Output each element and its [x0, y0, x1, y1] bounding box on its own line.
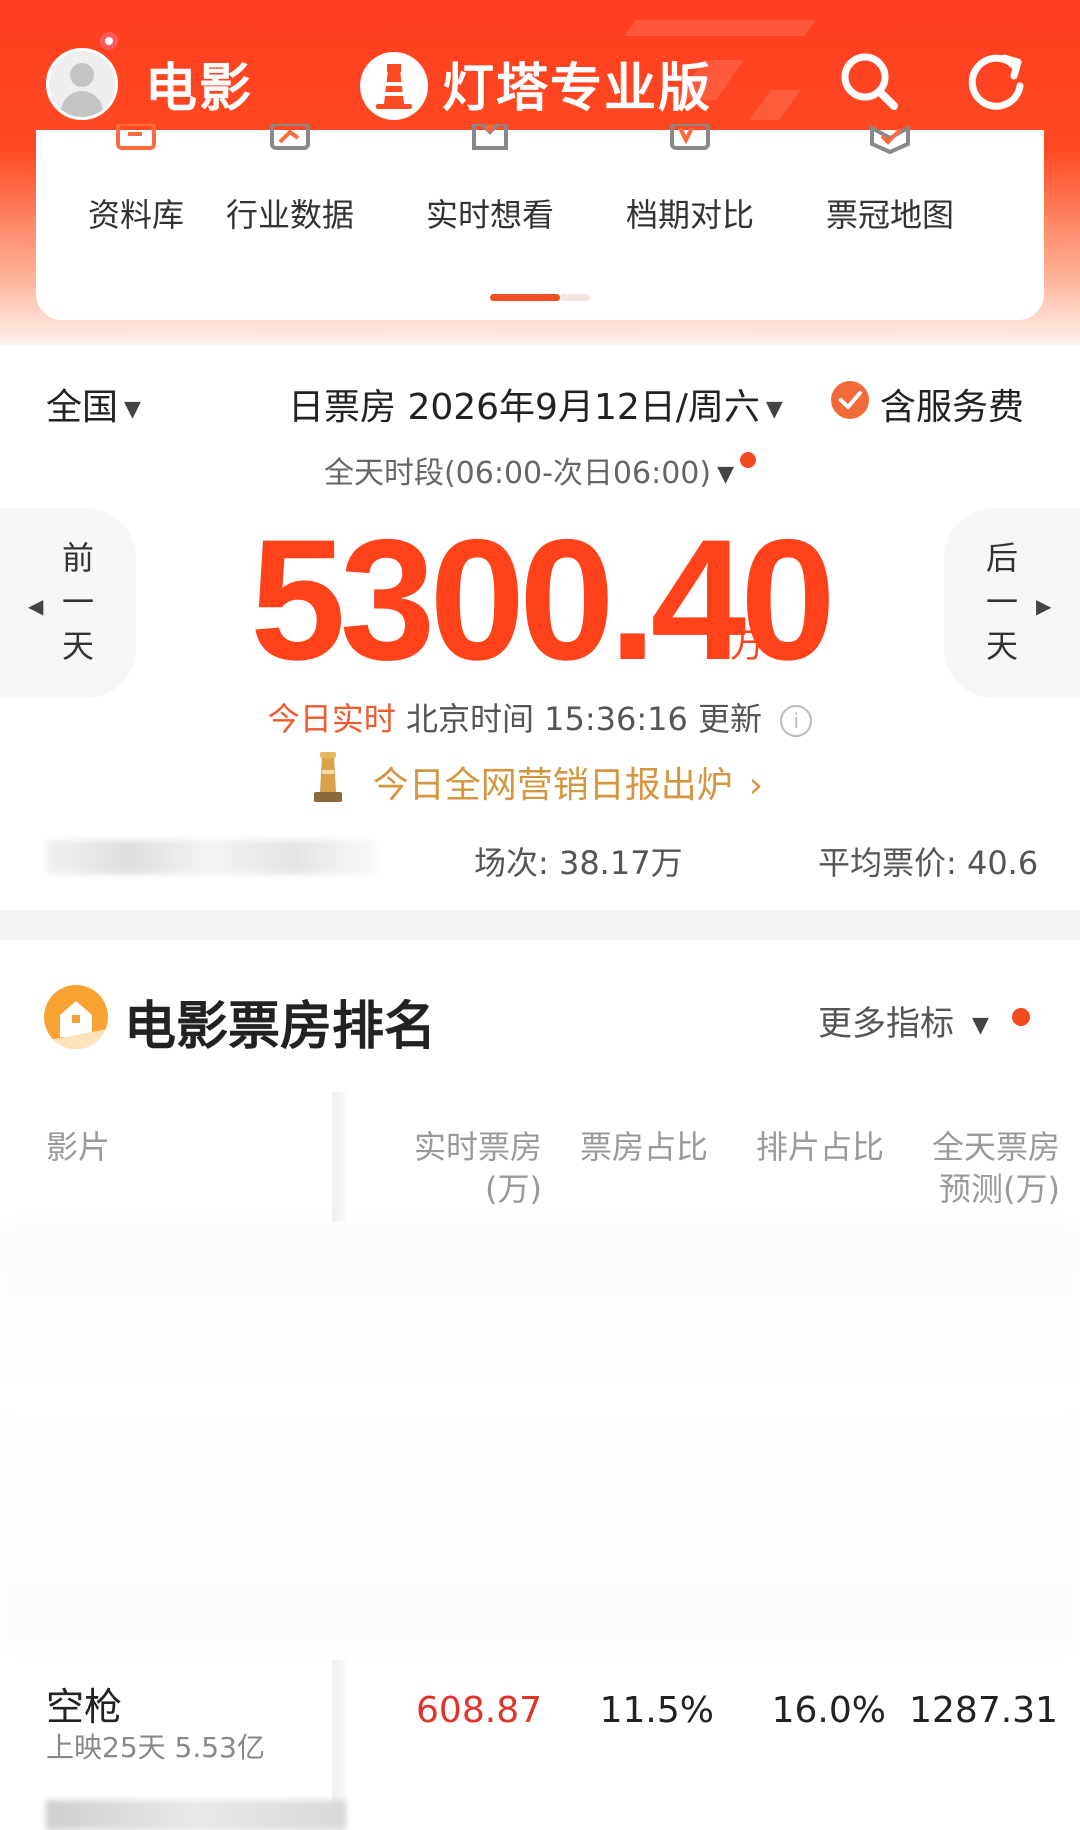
section-title[interactable]: 电影 — [145, 46, 253, 121]
col-header-film: 影片 — [46, 1128, 111, 1166]
period-label: 全天时段(06:00-次日06:00) — [323, 456, 712, 491]
report-text: 今日全网营销日报出炉 — [372, 765, 733, 806]
nav-item-realtime-want[interactable]: 实时想看 — [390, 124, 590, 250]
brand-title: 灯塔专业版 — [442, 59, 713, 119]
film-title: 空枪 — [46, 1685, 123, 1729]
nav-item-industry-data[interactable]: 行业数据 — [190, 124, 390, 250]
schedule-share: 16.0% — [771, 1690, 886, 1731]
update-time: 北京时间 15:36:16 更新 — [405, 700, 763, 738]
col-header-schedule[interactable]: 排片占比 — [756, 1126, 884, 1168]
refresh-icon[interactable] — [964, 48, 1030, 114]
new-dot — [740, 452, 757, 468]
period-selector[interactable]: 全天时段(06:00-次日06:00) ▼ — [0, 448, 1080, 492]
region-selector[interactable]: 全国 ▼ — [46, 378, 141, 430]
more-metrics-label: 更多指标 — [818, 1004, 954, 1044]
new-dot — [1012, 1008, 1030, 1026]
blurred-rows — [0, 1226, 1080, 1646]
caret-down-icon: ▼ — [972, 1013, 989, 1038]
film-release-info: 上映25天 5.53亿 — [46, 1731, 265, 1764]
avg-price-stat: 平均票价: 40.6 — [818, 844, 1039, 882]
realtime-tag: 今日实时 — [267, 700, 396, 738]
region-label: 全国 — [46, 387, 119, 428]
trend-chart-icon — [270, 124, 310, 150]
ranking-logo-icon — [44, 985, 108, 1049]
caret-down-icon: ▼ — [717, 462, 735, 487]
col-header-share[interactable]: 票房占比 — [580, 1126, 708, 1168]
search-icon[interactable] — [836, 48, 902, 114]
caret-down-icon: ▼ — [765, 396, 783, 422]
box-office-share: 11.5% — [599, 1690, 714, 1731]
next-row-partial — [46, 1800, 346, 1830]
info-icon[interactable]: i — [780, 705, 813, 737]
column-separator — [332, 1660, 346, 1818]
date-label: 日票房 2026年9月12日/周六 — [288, 387, 760, 428]
more-metrics-dropdown[interactable]: 更多指标 ▼ — [818, 996, 989, 1045]
nav-label: 行业数据 — [225, 196, 354, 234]
update-status: 今日实时 北京时间 15:36:16 更新 i — [0, 694, 1080, 740]
nav-item-schedule-compare[interactable]: 档期对比 — [590, 124, 790, 250]
forecast-box-office: 1287.31 — [909, 1690, 1058, 1731]
section-divider — [0, 910, 1080, 940]
service-fee-label[interactable]: 含服务费 — [880, 378, 1024, 430]
nav-label: 档期对比 — [625, 196, 754, 234]
quick-nav-card: 资料库 行业数据 实时想看 档期对比 票冠地图 — [36, 124, 1044, 320]
notification-dot — [100, 32, 118, 50]
realtime-box-office: 608.87 — [416, 1690, 542, 1731]
library-icon — [116, 124, 156, 150]
app-header: 电影 灯塔专业版 资料库 行业数据 实时想看 档期对比 票冠地图 — [0, 0, 1080, 345]
col-header-forecast[interactable]: 全天票房 预测(万) — [900, 1126, 1060, 1210]
total-unit: 万 — [730, 626, 764, 666]
avatar[interactable] — [46, 48, 118, 120]
column-separator — [332, 1092, 346, 1222]
checkbox-checked-icon[interactable] — [830, 380, 870, 420]
page-indicator — [560, 294, 590, 301]
lighthouse-logo-icon — [360, 52, 428, 120]
page-indicator-active — [490, 294, 560, 301]
date-selector[interactable]: 日票房 2026年9月12日/周六 ▼ — [288, 378, 783, 430]
caret-down-icon: ▼ — [124, 396, 141, 422]
nav-label: 票冠地图 — [825, 196, 954, 234]
screenings-stat: 场次: 38.17万 — [474, 844, 683, 882]
nav-label: 实时想看 — [425, 196, 554, 234]
ranking-title: 电影票房排名 — [124, 997, 437, 1057]
blurred-stat — [46, 840, 376, 874]
realtime-want-icon — [472, 124, 508, 150]
total-box-office: 5300.40 — [250, 504, 836, 696]
versus-icon — [670, 124, 710, 150]
chevron-right-icon: › — [748, 765, 764, 806]
marketing-report-link[interactable]: 今日全网营销日报出炉 › — [0, 756, 1080, 808]
nav-item-champion-map[interactable]: 票冠地图 — [790, 124, 990, 250]
map-icon — [870, 124, 910, 154]
col-header-realtime[interactable]: 实时票房 (万) — [392, 1126, 542, 1210]
